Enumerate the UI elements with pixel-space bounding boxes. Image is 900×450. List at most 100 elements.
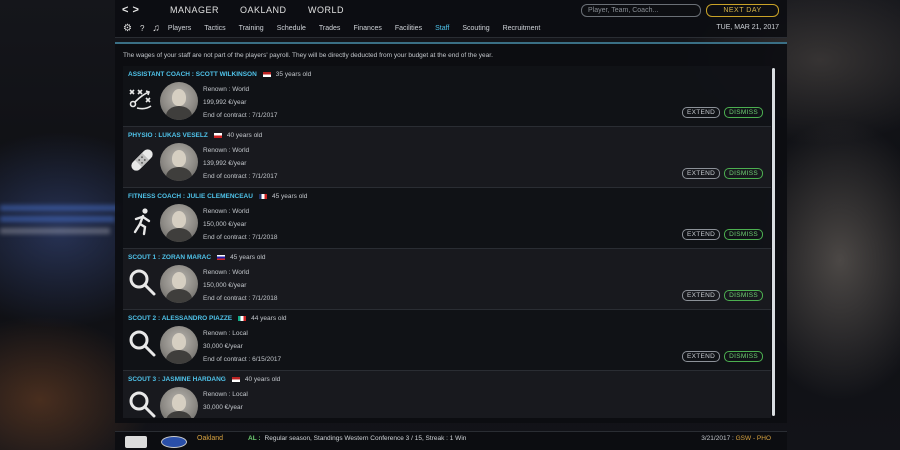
help-icon[interactable]: ? xyxy=(140,24,144,33)
magnifier-icon xyxy=(127,328,157,358)
staff-age: 44 years old xyxy=(251,315,287,322)
staff-wage: 30,000 €/year xyxy=(203,404,243,411)
news-tag: AL : xyxy=(248,435,261,442)
history-navigation: <> xyxy=(122,4,143,16)
extend-button[interactable]: EXTEND xyxy=(682,168,721,179)
staff-contract-end: End of contract : 7/1/2017 xyxy=(203,112,278,119)
avatar xyxy=(160,82,198,120)
staff-wage: 139,992 €/year xyxy=(203,160,247,167)
flag-icon xyxy=(262,72,271,77)
mode-world-tab[interactable]: WORLD xyxy=(308,5,344,15)
tab-tactics[interactable]: Tactics xyxy=(204,25,225,32)
staff-actions: EXTEND DISMISS xyxy=(682,229,763,240)
tab-training[interactable]: Training xyxy=(239,25,264,32)
staff-role-name[interactable]: ASSISTANT COACH : SCOTT WILKINSON xyxy=(128,71,257,78)
tab-scouting[interactable]: Scouting xyxy=(462,25,489,32)
staff-contract-end: End of contract : 7/1/2017 xyxy=(203,173,278,180)
bandage-icon xyxy=(127,145,157,175)
recent-game[interactable]: 3/21/2017 : GSW - PHO xyxy=(701,435,771,442)
flag-icon xyxy=(213,133,222,138)
staff-actions: EXTEND DISMISS xyxy=(682,168,763,179)
staff-contract-end: End of contract : 7/1/2018 xyxy=(203,295,278,302)
flag-icon xyxy=(258,194,267,199)
staff-header: SCOUT 3 : JASMINE HARDANG 40 years old xyxy=(128,376,280,383)
back-arrow-icon[interactable]: < xyxy=(122,4,132,16)
dismiss-button[interactable]: DISMISS xyxy=(724,290,763,301)
staff-header: SCOUT 2 : ALESSANDRO PIAZZE 44 years old xyxy=(128,315,287,322)
tab-staff[interactable]: Staff xyxy=(435,25,449,32)
next-day-button[interactable]: NEXT DAY xyxy=(706,4,779,17)
team-logo xyxy=(161,436,187,448)
staff-header: SCOUT 1 : ZORAN MARAC 45 years old xyxy=(128,254,265,261)
gear-icon[interactable]: ⚙ xyxy=(123,23,132,34)
staff-role-name[interactable]: SCOUT 3 : JASMINE HARDANG xyxy=(128,376,226,383)
staff-details: Renown : Local 30,000 €/year xyxy=(203,388,248,414)
staff-card[interactable]: PHYSIO : LUKAS VESELZ 40 years old Renow… xyxy=(123,127,771,188)
tab-trades[interactable]: Trades xyxy=(319,25,341,32)
tab-schedule[interactable]: Schedule xyxy=(277,25,306,32)
team-name[interactable]: Oakland xyxy=(197,435,223,442)
extend-button[interactable]: EXTEND xyxy=(682,290,721,301)
avatar xyxy=(160,387,198,418)
staff-renown: Renown : Local xyxy=(203,330,248,337)
dismiss-button[interactable]: DISMISS xyxy=(724,168,763,179)
staff-role-name[interactable]: SCOUT 1 : ZORAN MARAC xyxy=(128,254,211,261)
magnifier-icon xyxy=(127,267,157,297)
staff-card[interactable]: FITNESS COACH : JULIE CLEMENCEAU 45 year… xyxy=(123,188,771,249)
news-ticker: AL : Regular season, Standings Western Co… xyxy=(248,435,466,442)
top-bar: <> MANAGER OAKLAND WORLD Player, Team, C… xyxy=(115,0,787,38)
staff-list[interactable]: ASSISTANT COACH : SCOTT WILKINSON 35 yea… xyxy=(123,66,773,418)
tab-facilities[interactable]: Facilities xyxy=(395,25,422,32)
music-icon[interactable]: ♫ xyxy=(152,23,160,34)
game-date: 3/21/2017 : xyxy=(701,435,734,442)
avatar xyxy=(160,204,198,242)
extend-button[interactable]: EXTEND xyxy=(682,351,721,362)
mode-manager-tab[interactable]: MANAGER xyxy=(170,5,219,15)
staff-renown: Renown : World xyxy=(203,269,250,276)
staff-details: Renown : World 139,992 €/year End of con… xyxy=(203,144,277,183)
avatar xyxy=(160,265,198,303)
tab-finances[interactable]: Finances xyxy=(353,25,381,32)
search-input[interactable]: Player, Team, Coach... xyxy=(581,4,701,17)
staff-card[interactable]: ASSISTANT COACH : SCOTT WILKINSON 35 yea… xyxy=(123,66,771,127)
staff-contract-end: End of contract : 7/1/2018 xyxy=(203,234,278,241)
staff-renown: Renown : Local xyxy=(203,391,248,398)
tab-players[interactable]: Players xyxy=(168,25,191,32)
staff-renown: Renown : World xyxy=(203,208,250,215)
mail-icon[interactable] xyxy=(125,436,147,448)
extend-button[interactable]: EXTEND xyxy=(682,107,721,118)
staff-card[interactable]: SCOUT 2 : ALESSANDRO PIAZZE 44 years old… xyxy=(123,310,771,371)
staff-wage-notice: The wages of your staff are not part of … xyxy=(123,52,493,59)
avatar xyxy=(160,143,198,181)
staff-card[interactable]: SCOUT 1 : ZORAN MARAC 45 years old Renow… xyxy=(123,249,771,310)
staff-wage: 150,000 €/year xyxy=(203,282,247,289)
dismiss-button[interactable]: DISMISS xyxy=(724,107,763,118)
staff-panel: The wages of your staff are not part of … xyxy=(115,42,787,423)
staff-renown: Renown : World xyxy=(203,86,250,93)
flag-icon xyxy=(238,316,247,321)
dismiss-button[interactable]: DISMISS xyxy=(724,351,763,362)
dismiss-button[interactable]: DISMISS xyxy=(724,229,763,240)
staff-actions: EXTEND DISMISS xyxy=(682,351,763,362)
staff-details: Renown : Local 30,000 €/year End of cont… xyxy=(203,327,281,366)
staff-header: ASSISTANT COACH : SCOTT WILKINSON 35 yea… xyxy=(128,71,311,78)
staff-role-name[interactable]: PHYSIO : LUKAS VESELZ xyxy=(128,132,208,139)
extend-button[interactable]: EXTEND xyxy=(682,229,721,240)
current-date: TUE, MAR 21, 2017 xyxy=(716,24,779,31)
staff-age: 40 years old xyxy=(226,132,263,139)
scrollbar[interactable] xyxy=(772,68,775,416)
staff-card[interactable]: SCOUT 3 : JASMINE HARDANG 40 years old R… xyxy=(123,371,771,418)
staff-age: 35 years old xyxy=(275,71,312,78)
light-streak xyxy=(0,216,115,222)
staff-details: Renown : World 199,992 €/year End of con… xyxy=(203,83,277,122)
game-teams: GSW - PHO xyxy=(735,435,771,442)
mode-oakland-tab[interactable]: OAKLAND xyxy=(240,5,287,15)
staff-role-name[interactable]: FITNESS COACH : JULIE CLEMENCEAU xyxy=(128,193,253,200)
tab-recruitment[interactable]: Recruitment xyxy=(503,25,541,32)
staff-age: 45 years old xyxy=(271,193,308,200)
light-streak xyxy=(0,205,120,211)
forward-arrow-icon[interactable]: > xyxy=(132,4,142,16)
staff-header: PHYSIO : LUKAS VESELZ 40 years old xyxy=(128,132,262,139)
flag-icon xyxy=(231,377,240,382)
staff-role-name[interactable]: SCOUT 2 : ALESSANDRO PIAZZE xyxy=(128,315,232,322)
